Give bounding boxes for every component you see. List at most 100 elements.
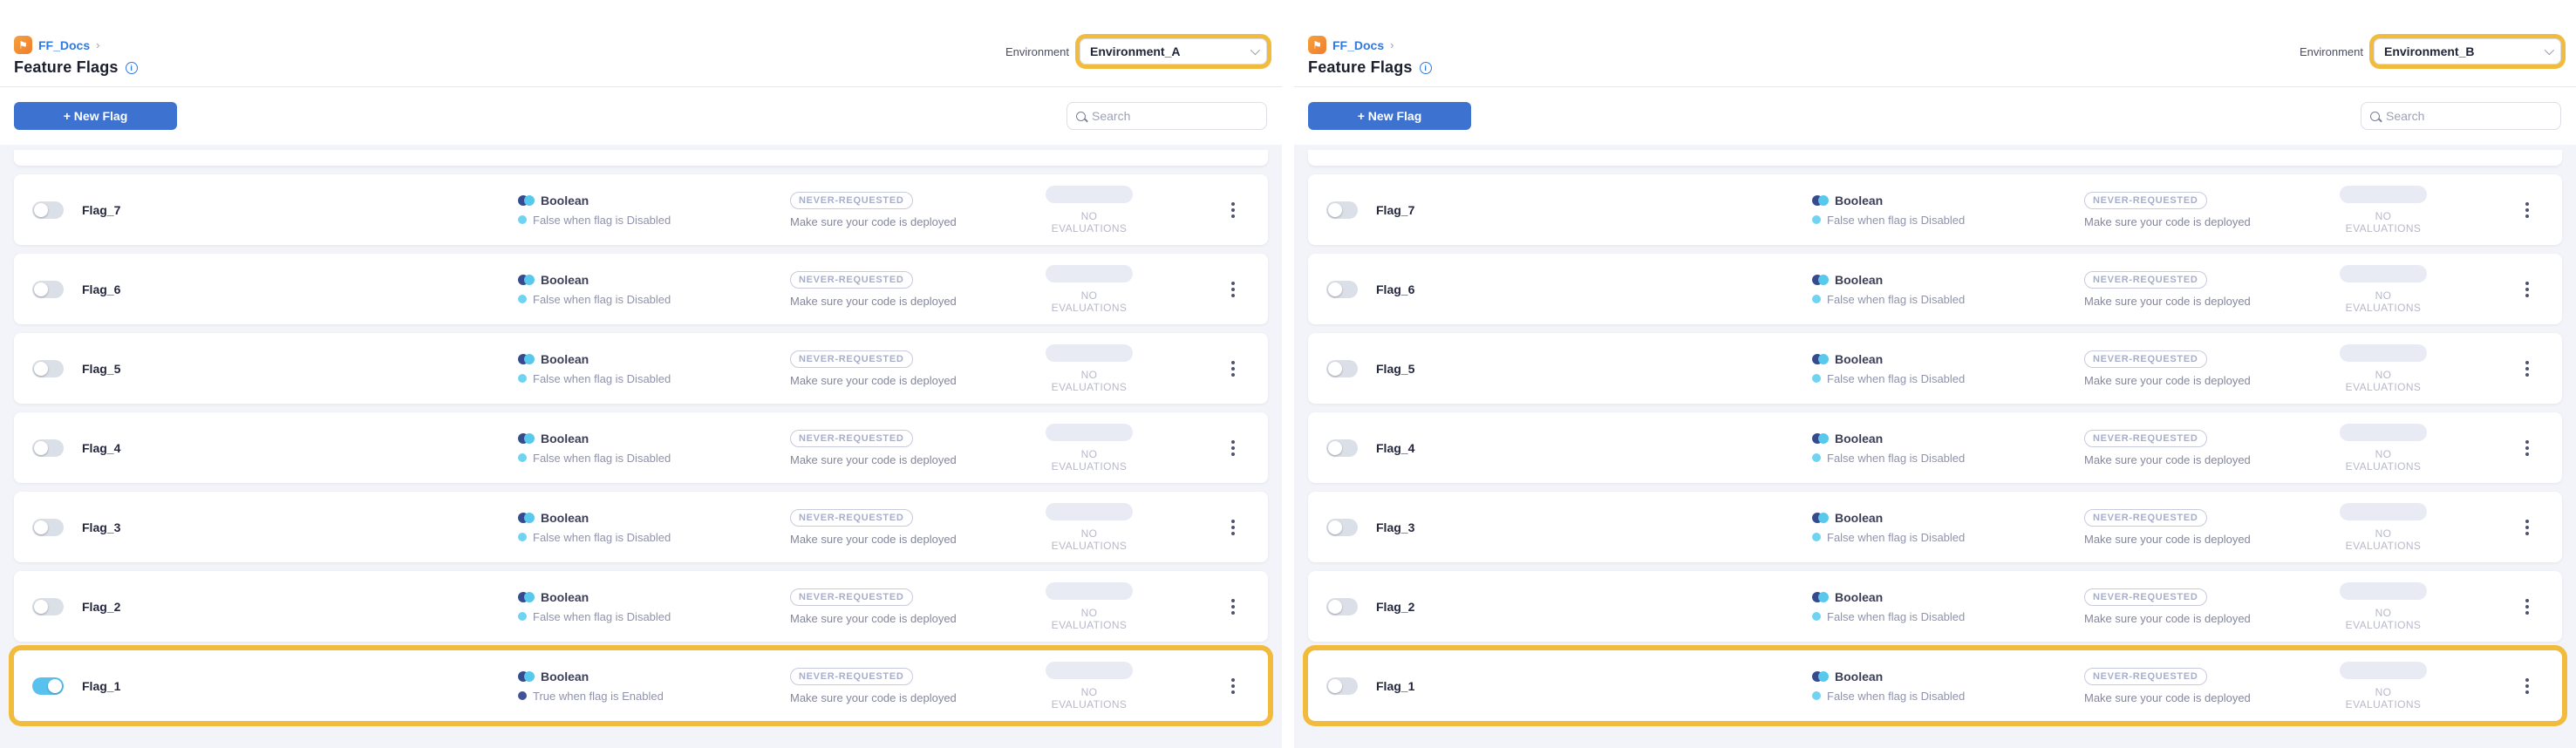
- flag-name[interactable]: Flag_4: [1376, 441, 1812, 455]
- flag-toggle[interactable]: [32, 677, 64, 695]
- evaluations-label: NO EVALUATIONS: [2338, 289, 2429, 314]
- page: ⚑ FF_Docs › Feature Flags i Environment …: [0, 0, 2576, 748]
- search-input[interactable]: [1092, 109, 1240, 123]
- toggle-knob: [1328, 520, 1342, 534]
- search-input[interactable]: [2386, 109, 2534, 123]
- new-flag-button[interactable]: + New Flag: [1308, 102, 1471, 130]
- row-menu-button[interactable]: [2515, 431, 2539, 466]
- chevron-down-icon: [2545, 45, 2554, 55]
- flag-toggle[interactable]: [1326, 439, 1358, 457]
- flag-name[interactable]: Flag_5: [82, 362, 518, 376]
- row-menu-button[interactable]: [2515, 589, 2539, 624]
- flag-row: Flag_3 Boolean False when flag is Disabl…: [1308, 492, 2562, 562]
- default-rule-text: False when flag is Disabled: [1827, 531, 1965, 544]
- row-menu-button[interactable]: [2515, 669, 2539, 704]
- boolean-type-icon: [1812, 275, 1829, 285]
- flag-toggle[interactable]: [32, 519, 64, 536]
- new-flag-button[interactable]: + New Flag: [14, 102, 177, 130]
- flag-toggle[interactable]: [32, 439, 64, 457]
- row-menu-button[interactable]: [1221, 272, 1245, 307]
- status-note: Make sure your code is deployed: [790, 374, 1044, 387]
- page-title: Feature Flags: [1308, 58, 1413, 77]
- flag-name[interactable]: Flag_1: [82, 679, 518, 693]
- boolean-type-icon: [1812, 354, 1829, 364]
- boolean-type-icon: [1812, 195, 1829, 206]
- row-menu-button[interactable]: [1221, 510, 1245, 545]
- status-badge: NEVER-REQUESTED: [2084, 350, 2207, 368]
- variation-dot-icon: [518, 533, 527, 541]
- flag-toggle[interactable]: [32, 360, 64, 377]
- info-icon[interactable]: i: [1420, 62, 1432, 74]
- row-menu-button[interactable]: [1221, 669, 1245, 704]
- evaluations-bar: [1046, 503, 1133, 520]
- evaluations-bar: [1046, 344, 1133, 362]
- flag-toggle[interactable]: [32, 598, 64, 615]
- environment-select[interactable]: Environment_B: [2374, 38, 2561, 65]
- flag-toggle[interactable]: [1326, 360, 1358, 377]
- flag-name[interactable]: Flag_6: [1376, 282, 1812, 296]
- default-rule-text: False when flag is Disabled: [533, 293, 671, 306]
- row-menu-button[interactable]: [1221, 193, 1245, 228]
- row-menu-button[interactable]: [1221, 431, 1245, 466]
- flag-name[interactable]: Flag_6: [82, 282, 518, 296]
- evaluations-label: NO EVALUATIONS: [1044, 527, 1135, 552]
- environment-label: Environment: [1005, 45, 1069, 58]
- flag-name[interactable]: Flag_7: [82, 203, 518, 217]
- partially-visible-row: [14, 150, 1268, 166]
- flag-type-label: Boolean: [1835, 511, 1883, 525]
- flag-name[interactable]: Flag_3: [1376, 520, 1812, 534]
- evaluations-bar: [2340, 265, 2427, 282]
- variation-dot-icon: [518, 612, 527, 621]
- flag-toggle[interactable]: [1326, 201, 1358, 219]
- flag-name[interactable]: Flag_5: [1376, 362, 1812, 376]
- flag-name[interactable]: Flag_7: [1376, 203, 1812, 217]
- row-menu-button[interactable]: [2515, 193, 2539, 228]
- row-menu-button[interactable]: [2515, 351, 2539, 386]
- flag-toggle[interactable]: [1326, 519, 1358, 536]
- variation-dot-icon: [1812, 295, 1821, 303]
- flag-toggle[interactable]: [32, 201, 64, 219]
- flag-rows: Flag_7 Boolean False when flag is Disabl…: [1308, 174, 2562, 721]
- flag-toggle[interactable]: [1326, 598, 1358, 615]
- row-menu-button[interactable]: [2515, 510, 2539, 545]
- boolean-type-icon: [1812, 671, 1829, 682]
- toolbar: + New Flag: [1294, 87, 2576, 145]
- evaluations-label: NO EVALUATIONS: [2338, 369, 2429, 393]
- feature-flags-panel: ⚑ FF_Docs › Feature Flags i Environment …: [0, 0, 1282, 748]
- flag-toggle[interactable]: [1326, 677, 1358, 695]
- flag-name[interactable]: Flag_2: [1376, 600, 1812, 614]
- evaluations-bar: [2340, 344, 2427, 362]
- breadcrumb-separator: ›: [96, 38, 99, 51]
- toggle-knob: [48, 679, 62, 693]
- flag-type-label: Boolean: [1835, 273, 1883, 287]
- breadcrumb-project-link[interactable]: FF_Docs: [38, 38, 90, 52]
- evaluations-label: NO EVALUATIONS: [2338, 527, 2429, 552]
- search-icon: [1076, 112, 1086, 121]
- evaluations-bar: [2340, 186, 2427, 203]
- boolean-type-icon: [518, 275, 535, 285]
- flag-toggle[interactable]: [1326, 281, 1358, 298]
- evaluations-label: NO EVALUATIONS: [2338, 210, 2429, 235]
- environment-select[interactable]: Environment_A: [1080, 38, 1267, 65]
- status-badge: NEVER-REQUESTED: [790, 192, 913, 209]
- toggle-knob: [1328, 203, 1342, 217]
- flag-name[interactable]: Flag_1: [1376, 679, 1812, 693]
- boolean-type-icon: [518, 513, 535, 523]
- breadcrumb-project-link[interactable]: FF_Docs: [1332, 38, 1384, 52]
- evaluations-bar: [2340, 503, 2427, 520]
- variation-dot-icon: [1812, 215, 1821, 224]
- flag-name[interactable]: Flag_3: [82, 520, 518, 534]
- variation-dot-icon: [1812, 612, 1821, 621]
- flag-name[interactable]: Flag_2: [82, 600, 518, 614]
- row-menu-button[interactable]: [1221, 351, 1245, 386]
- row-menu-button[interactable]: [1221, 589, 1245, 624]
- flag-type-label: Boolean: [1835, 432, 1883, 445]
- flag-name[interactable]: Flag_4: [82, 441, 518, 455]
- default-rule-text: False when flag is Disabled: [533, 610, 671, 623]
- flag-toggle[interactable]: [32, 281, 64, 298]
- variation-dot-icon: [1812, 453, 1821, 462]
- info-icon[interactable]: i: [126, 62, 138, 74]
- row-menu-button[interactable]: [2515, 272, 2539, 307]
- default-rule-text: False when flag is Disabled: [1827, 293, 1965, 306]
- variation-dot-icon: [1812, 533, 1821, 541]
